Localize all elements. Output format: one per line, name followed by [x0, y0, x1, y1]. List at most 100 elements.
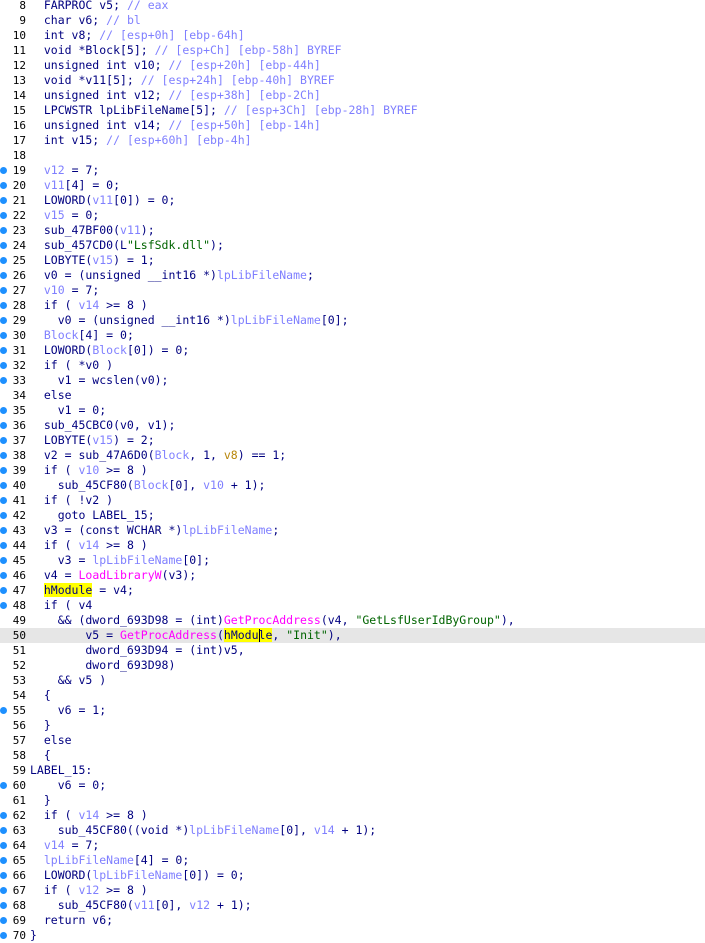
code-line[interactable]: 32 if ( *v0 ) [0, 358, 705, 373]
breakpoint-dot-icon[interactable] [0, 182, 7, 189]
line-gutter[interactable]: 53 [0, 673, 28, 688]
breakpoint-dot-icon[interactable] [0, 587, 7, 594]
line-gutter[interactable]: 16 [0, 118, 28, 133]
highlighted-identifier[interactable]: hModule [43, 583, 93, 597]
code-line[interactable]: 62 if ( v14 >= 8 ) [0, 808, 705, 823]
breakpoint-dot-icon[interactable] [0, 872, 7, 879]
code-line[interactable]: 30 Block[4] = 0; [0, 328, 705, 343]
line-gutter[interactable]: 36 [0, 418, 28, 433]
line-gutter[interactable]: 35 [0, 403, 28, 418]
line-gutter[interactable]: 54 [0, 688, 28, 703]
variable-token[interactable]: Block [92, 343, 127, 357]
breakpoint-dot-icon[interactable] [0, 512, 7, 519]
line-gutter[interactable]: 37 [0, 433, 28, 448]
line-gutter[interactable]: 50 [0, 628, 28, 643]
code-line[interactable]: 39 if ( v10 >= 8 ) [0, 463, 705, 478]
line-gutter[interactable]: 14 [0, 88, 28, 103]
breakpoint-dot-icon[interactable] [0, 437, 7, 444]
code-line[interactable]: 11 void *Block[5]; // [esp+Ch] [ebp-58h]… [0, 43, 705, 58]
breakpoint-dot-icon[interactable] [0, 557, 7, 564]
line-gutter[interactable]: 39 [0, 463, 28, 478]
code-line[interactable]: 67 if ( v12 >= 8 ) [0, 883, 705, 898]
breakpoint-dot-icon[interactable] [0, 287, 7, 294]
variable-token[interactable]: v10 [44, 283, 65, 297]
breakpoint-dot-icon[interactable] [0, 857, 7, 864]
variable-token[interactable]: lpLibFileName [92, 868, 182, 882]
line-gutter[interactable]: 23 [0, 223, 28, 238]
line-gutter[interactable]: 31 [0, 343, 28, 358]
code-line[interactable]: 42 goto LABEL_15; [0, 508, 705, 523]
pseudocode-view[interactable]: 8 FARPROC v5; // eax 9 char v6; // bl 10 i… [0, 0, 705, 943]
code-line[interactable]: 31 LOWORD(Block[0]) = 0; [0, 343, 705, 358]
line-gutter[interactable]: 65 [0, 853, 28, 868]
breakpoint-dot-icon[interactable] [0, 167, 7, 174]
breakpoint-dot-icon[interactable] [0, 932, 7, 939]
code-line[interactable]: 69 return v6; [0, 913, 705, 928]
code-line[interactable]: 61 } [0, 793, 705, 808]
breakpoint-dot-icon[interactable] [0, 212, 7, 219]
code-line[interactable]: 58 { [0, 748, 705, 763]
breakpoint-dot-icon[interactable] [0, 467, 7, 474]
line-gutter[interactable]: 18 [0, 148, 28, 163]
variable-token[interactable]: v10 [78, 463, 99, 477]
line-gutter[interactable]: 63 [0, 823, 28, 838]
variable-token[interactable]: lpLibFileName [217, 268, 307, 282]
breakpoint-dot-icon[interactable] [0, 242, 7, 249]
line-gutter[interactable]: 57 [0, 733, 28, 748]
line-gutter[interactable]: 33 [0, 373, 28, 388]
code-line[interactable]: 47 hModule = v4; [0, 583, 705, 598]
code-line[interactable]: 36 sub_45CBC0(v0, v1); [0, 418, 705, 433]
line-gutter[interactable]: 27 [0, 283, 28, 298]
function-token[interactable]: LoadLibraryW [78, 568, 161, 582]
breakpoint-dot-icon[interactable] [0, 842, 7, 849]
breakpoint-dot-icon[interactable] [0, 362, 7, 369]
line-gutter[interactable]: 24 [0, 238, 28, 253]
variable-token[interactable]: v11 [120, 223, 141, 237]
code-line[interactable]: 52 dword_693D98) [0, 658, 705, 673]
variable-token[interactable]: Block [44, 328, 79, 342]
code-line[interactable]: 10 int v8; // [esp+0h] [ebp-64h] [0, 28, 705, 43]
line-gutter[interactable]: 68 [0, 898, 28, 913]
variable-token[interactable]: v15 [92, 253, 113, 267]
line-gutter[interactable]: 38 [0, 448, 28, 463]
line-gutter[interactable]: 60 [0, 778, 28, 793]
code-line[interactable]: 63 sub_45CF80((void *)lpLibFileName[0], … [0, 823, 705, 838]
line-gutter[interactable]: 9 [0, 13, 28, 28]
line-gutter[interactable]: 11 [0, 43, 28, 58]
code-line[interactable]: 34 else [0, 388, 705, 403]
code-line[interactable]: 24 sub_457CD0(L"LsfSdk.dll"); [0, 238, 705, 253]
breakpoint-dot-icon[interactable] [0, 782, 7, 789]
line-gutter[interactable]: 17 [0, 133, 28, 148]
code-line[interactable]: 57 else [0, 733, 705, 748]
code-line[interactable]: 48 if ( v4 [0, 598, 705, 613]
code-line[interactable]: 44 if ( v14 >= 8 ) [0, 538, 705, 553]
line-gutter[interactable]: 34 [0, 388, 28, 403]
code-line[interactable]: 23 sub_47BF00(v11); [0, 223, 705, 238]
breakpoint-dot-icon[interactable] [0, 917, 7, 924]
line-gutter[interactable]: 12 [0, 58, 28, 73]
line-gutter[interactable]: 61 [0, 793, 28, 808]
line-gutter[interactable]: 51 [0, 643, 28, 658]
breakpoint-dot-icon[interactable] [0, 482, 7, 489]
code-line[interactable]: 43 v3 = (const WCHAR *)lpLibFileName; [0, 523, 705, 538]
line-gutter[interactable]: 64 [0, 838, 28, 853]
breakpoint-dot-icon[interactable] [0, 452, 7, 459]
line-gutter[interactable]: 66 [0, 868, 28, 883]
code-line[interactable]: 64 v14 = 7; [0, 838, 705, 853]
variable-token[interactable]: Block [155, 448, 190, 462]
code-line[interactable]: 37 LOBYTE(v15) = 2; [0, 433, 705, 448]
line-gutter[interactable]: 70 [0, 928, 28, 943]
line-gutter[interactable]: 32 [0, 358, 28, 373]
line-gutter[interactable]: 69 [0, 913, 28, 928]
code-line[interactable]: 18 [0, 148, 705, 163]
code-line[interactable]: 29 v0 = (unsigned __int16 *)lpLibFileNam… [0, 313, 705, 328]
line-gutter[interactable]: 52 [0, 658, 28, 673]
line-gutter[interactable]: 67 [0, 883, 28, 898]
variable-token[interactable]: v14 [78, 808, 99, 822]
variable-token[interactable]: lpLibFileName [182, 523, 272, 537]
line-gutter[interactable]: 29 [0, 313, 28, 328]
breakpoint-dot-icon[interactable] [0, 572, 7, 579]
breakpoint-dot-icon[interactable] [0, 602, 7, 609]
breakpoint-dot-icon[interactable] [0, 422, 7, 429]
code-line[interactable]: 49 && (dword_693D98 = (int)GetProcAddres… [0, 613, 705, 628]
